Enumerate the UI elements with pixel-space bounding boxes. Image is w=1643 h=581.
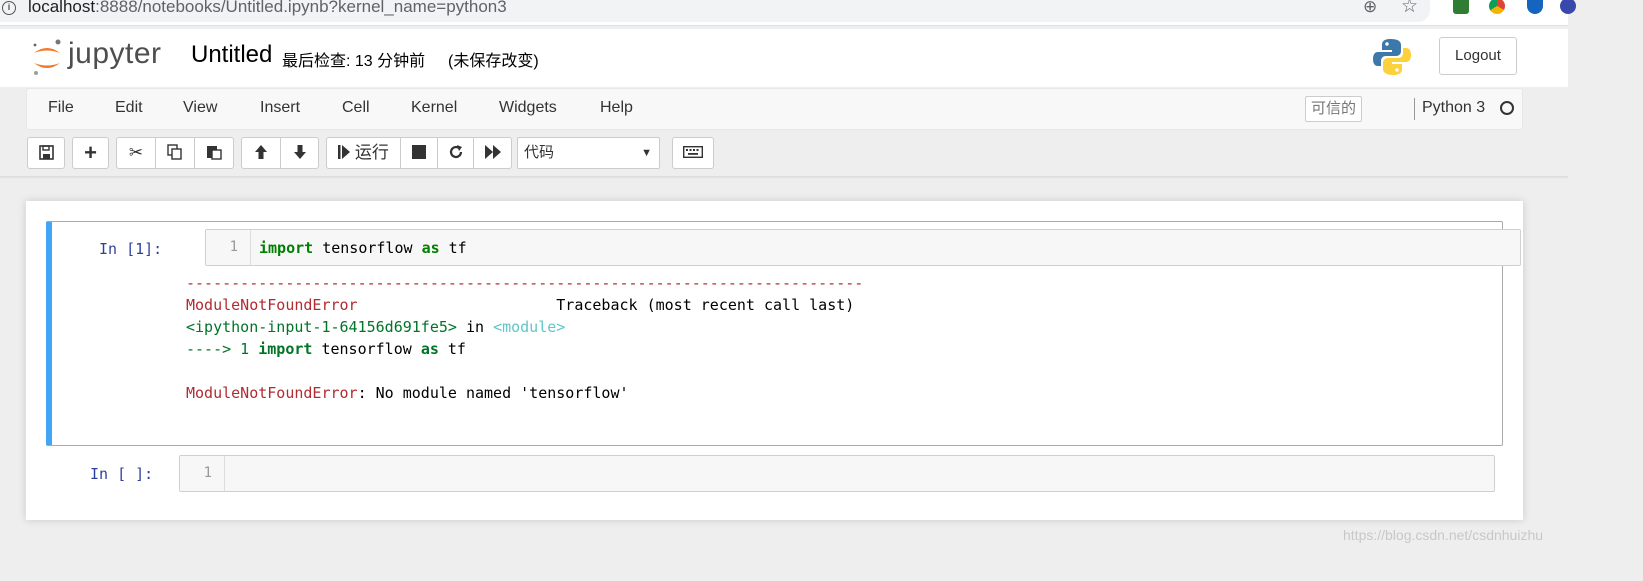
autosave-status: (未保存改变) (448, 53, 539, 70)
code-cell-selected[interactable]: In [1]: 1 import tensorflow as tf ------… (46, 221, 1521, 446)
menu-insert[interactable]: Insert (260, 99, 300, 117)
info-icon[interactable]: i (2, 1, 16, 15)
menu-bar: File Edit View Insert Cell Kernel Widget… (26, 88, 1523, 130)
extension-icon-1[interactable] (1453, 0, 1469, 14)
url-field[interactable]: i localhost:8888/notebooks/Untitled.ipyn… (0, 0, 1430, 22)
keyword-as: as (421, 239, 440, 257)
menu-edit[interactable]: Edit (115, 99, 143, 117)
module-reference: <module> (493, 318, 566, 336)
insert-cell-button[interactable]: + (72, 137, 109, 169)
chrome-extension-icon[interactable] (1489, 0, 1505, 14)
arrow-down-icon (293, 145, 306, 160)
restart-button[interactable] (437, 137, 474, 169)
empty-line-number: 1 (203, 465, 212, 481)
logout-button[interactable]: Logout (1439, 37, 1517, 75)
notebook-toolbar: + ✂ 运行 代码 ▼ (0, 134, 1568, 174)
line-number: 1 (229, 239, 238, 255)
command-palette-button[interactable] (672, 137, 714, 169)
jupyter-header: jupyter Untitled 最后检查: 13 分钟前 (未保存改变) Lo… (0, 29, 1568, 87)
save-icon (38, 144, 54, 160)
code-alias: tf (439, 239, 467, 257)
refresh-icon (449, 145, 462, 159)
url-path: :8888/notebooks/Untitled.ipynb?kernel_na… (95, 0, 507, 16)
final-error-name: ModuleNotFoundError (186, 384, 358, 402)
cut-button[interactable]: ✂ (116, 137, 156, 169)
move-down-button[interactable] (280, 137, 319, 169)
extension-icon-4[interactable] (1560, 0, 1576, 14)
dropdown-caret-icon: ▼ (641, 147, 652, 159)
url-text[interactable]: localhost:8888/notebooks/Untitled.ipynb?… (28, 0, 507, 17)
zoom-icon[interactable]: ⊕ (1363, 0, 1377, 17)
copy-icon (167, 144, 182, 160)
traceback-module: tensorflow (312, 340, 421, 358)
copy-button[interactable] (155, 137, 195, 169)
menu-view[interactable]: View (183, 99, 217, 117)
notebook-container: In [1]: 1 import tensorflow as tf ------… (26, 201, 1523, 520)
keyword-import: import (259, 239, 314, 257)
paste-button[interactable] (194, 137, 234, 169)
notebook-title[interactable]: Untitled (191, 41, 272, 69)
menu-file[interactable]: File (48, 99, 74, 117)
paste-icon (207, 146, 222, 160)
code-module: tensorflow (313, 239, 422, 257)
arrow-up-icon (255, 145, 267, 160)
scissors-icon: ✂ (128, 143, 144, 162)
trusted-indicator[interactable]: 可信的 (1305, 96, 1363, 122)
empty-cell-prompt: In [ ]: (90, 465, 154, 483)
header-shadow (0, 176, 1568, 179)
traceback-dashes: ----------------------------------------… (186, 274, 864, 292)
step-forward-icon (338, 145, 351, 160)
fast-forward-icon (484, 145, 501, 160)
extension-icon-3[interactable] (1527, 0, 1543, 14)
move-up-button[interactable] (241, 137, 281, 169)
kernel-idle-icon (1500, 101, 1514, 115)
menu-cell[interactable]: Cell (342, 99, 370, 117)
traceback-keyword-import: import (258, 340, 313, 358)
cell-output-error: ----------------------------------------… (186, 272, 863, 404)
input-prompt: In [1]: (99, 240, 163, 258)
jupyter-logo-text[interactable]: jupyter (68, 37, 162, 71)
run-label: 运行 (354, 143, 389, 162)
in-word: in (456, 318, 494, 336)
cell-type-value: 代码 (524, 144, 555, 161)
empty-line-gutter: 1 (180, 456, 225, 491)
menu-help[interactable]: Help (600, 99, 633, 117)
code-editor[interactable]: 1 import tensorflow as tf (205, 229, 1521, 266)
code-line[interactable]: import tensorflow as tf (259, 239, 467, 257)
checkpoint-status: 最后检查: 13 分钟前 (282, 53, 426, 70)
save-button[interactable] (27, 137, 65, 169)
watermark: https://blog.csdn.net/csdnhuizhu (1343, 527, 1544, 543)
jupyter-logo-icon[interactable] (30, 37, 64, 77)
input-reference: <ipython-input-1-64156d691fe5> (186, 318, 457, 336)
stop-icon (412, 145, 426, 160)
bookmark-star-icon[interactable]: ☆ (1401, 0, 1418, 18)
kernel-divider (1414, 98, 1415, 120)
error-message: : No module named 'tensorflow' (357, 384, 629, 402)
plus-icon: + (84, 140, 97, 165)
kernel-name[interactable]: Python 3 (1422, 99, 1485, 117)
traceback-label: Traceback (most recent call last) (556, 296, 855, 314)
traceback-arrow: ----> 1 (186, 340, 259, 358)
menu-kernel[interactable]: Kernel (411, 99, 457, 117)
restart-run-all-button[interactable] (473, 137, 512, 169)
empty-code-editor[interactable]: 1 (179, 455, 1495, 492)
python-logo-icon (1373, 39, 1411, 75)
run-button[interactable]: 运行 (326, 137, 401, 169)
menu-widgets[interactable]: Widgets (499, 99, 557, 117)
url-host: localhost (28, 0, 96, 16)
cell-type-select[interactable]: 代码 ▼ (517, 137, 660, 169)
error-name: ModuleNotFoundError (186, 296, 358, 314)
browser-address-bar: i localhost:8888/notebooks/Untitled.ipyn… (0, 0, 1576, 26)
keyboard-icon (683, 146, 703, 159)
line-gutter: 1 (206, 230, 251, 265)
traceback-keyword-as: as (420, 340, 439, 358)
interrupt-button[interactable] (400, 137, 438, 169)
traceback-alias: tf (438, 340, 466, 358)
